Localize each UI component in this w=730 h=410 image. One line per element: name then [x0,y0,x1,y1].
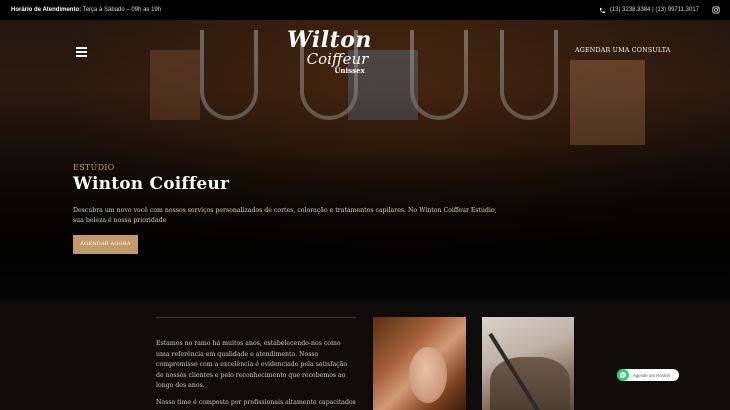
schedule-consultation-link[interactable]: AGENDAR UMA CONSULTA [575,47,671,54]
about-section: Estamos no ramo há muitos anos, estabele… [0,300,730,410]
hamburger-icon[interactable] [76,47,87,57]
instagram-icon[interactable] [712,6,720,14]
logo-line3: Unissex [334,66,365,75]
about-text: Estamos no ramo há muitos anos, estabele… [156,339,356,410]
haircut-photo [482,317,574,410]
hero-description: Descubra um novo você com nossos serviço… [73,207,497,224]
hero-title: Winton Coiffeur [73,174,230,194]
phone-icon [599,7,606,14]
opening-hours: Horário de Atendimento: Terça à Sábado –… [11,7,161,13]
hours-value: Terça à Sábado – 09h as 19h [82,7,162,13]
whatsapp-label: Agende um Horário [633,372,671,378]
hero-kicker: ESTÚDIO [73,163,115,172]
about-paragraph: Estamos no ramo há muitos anos, estabele… [156,340,348,390]
schedule-now-button[interactable]: AGENDAR AGORA [73,235,138,254]
about-paragraph: Nosso time é composto por profissionais … [156,398,356,410]
hero-content: ESTÚDIO Winton Coiffeur Descubra um novo… [73,163,503,254]
logo[interactable]: Wilton Coiffeur Unissex [272,28,387,82]
woman-hair-photo [373,317,466,410]
phone-contact[interactable]: (13) 3238.3384 | (13) 99711.3017 [599,7,699,14]
logo-line2: Coiffeur [306,50,369,68]
hours-label: Horário de Atendimento: [11,7,82,13]
whatsapp-button[interactable]: Agende um Horário [617,369,679,381]
whatsapp-icon [617,369,629,381]
hero-section: Wilton Coiffeur Unissex AGENDAR UMA CONS… [0,20,730,300]
phone-numbers: (13) 3238.3384 | (13) 99711.3017 [609,7,699,13]
logo-line1: Wilton [287,27,372,53]
top-bar: Horário de Atendimento: Terça à Sábado –… [0,0,730,20]
section-divider [156,317,356,318]
